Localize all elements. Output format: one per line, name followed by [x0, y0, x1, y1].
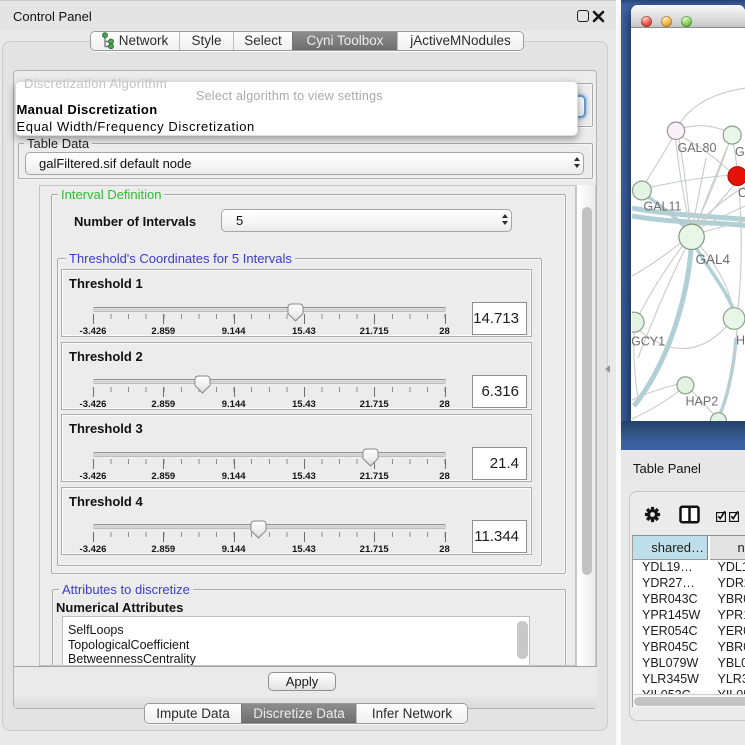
svg-text:H: H	[736, 333, 745, 347]
svg-text:GAL4: GAL4	[695, 252, 730, 267]
svg-text:GA: GA	[735, 145, 745, 159]
svg-text:C: C	[738, 186, 745, 200]
svg-text:HAP2: HAP2	[685, 394, 718, 408]
svg-text:GAL11: GAL11	[643, 199, 681, 213]
svg-text:GAL80: GAL80	[677, 141, 716, 155]
svg-text:GCY1: GCY1	[632, 334, 665, 348]
